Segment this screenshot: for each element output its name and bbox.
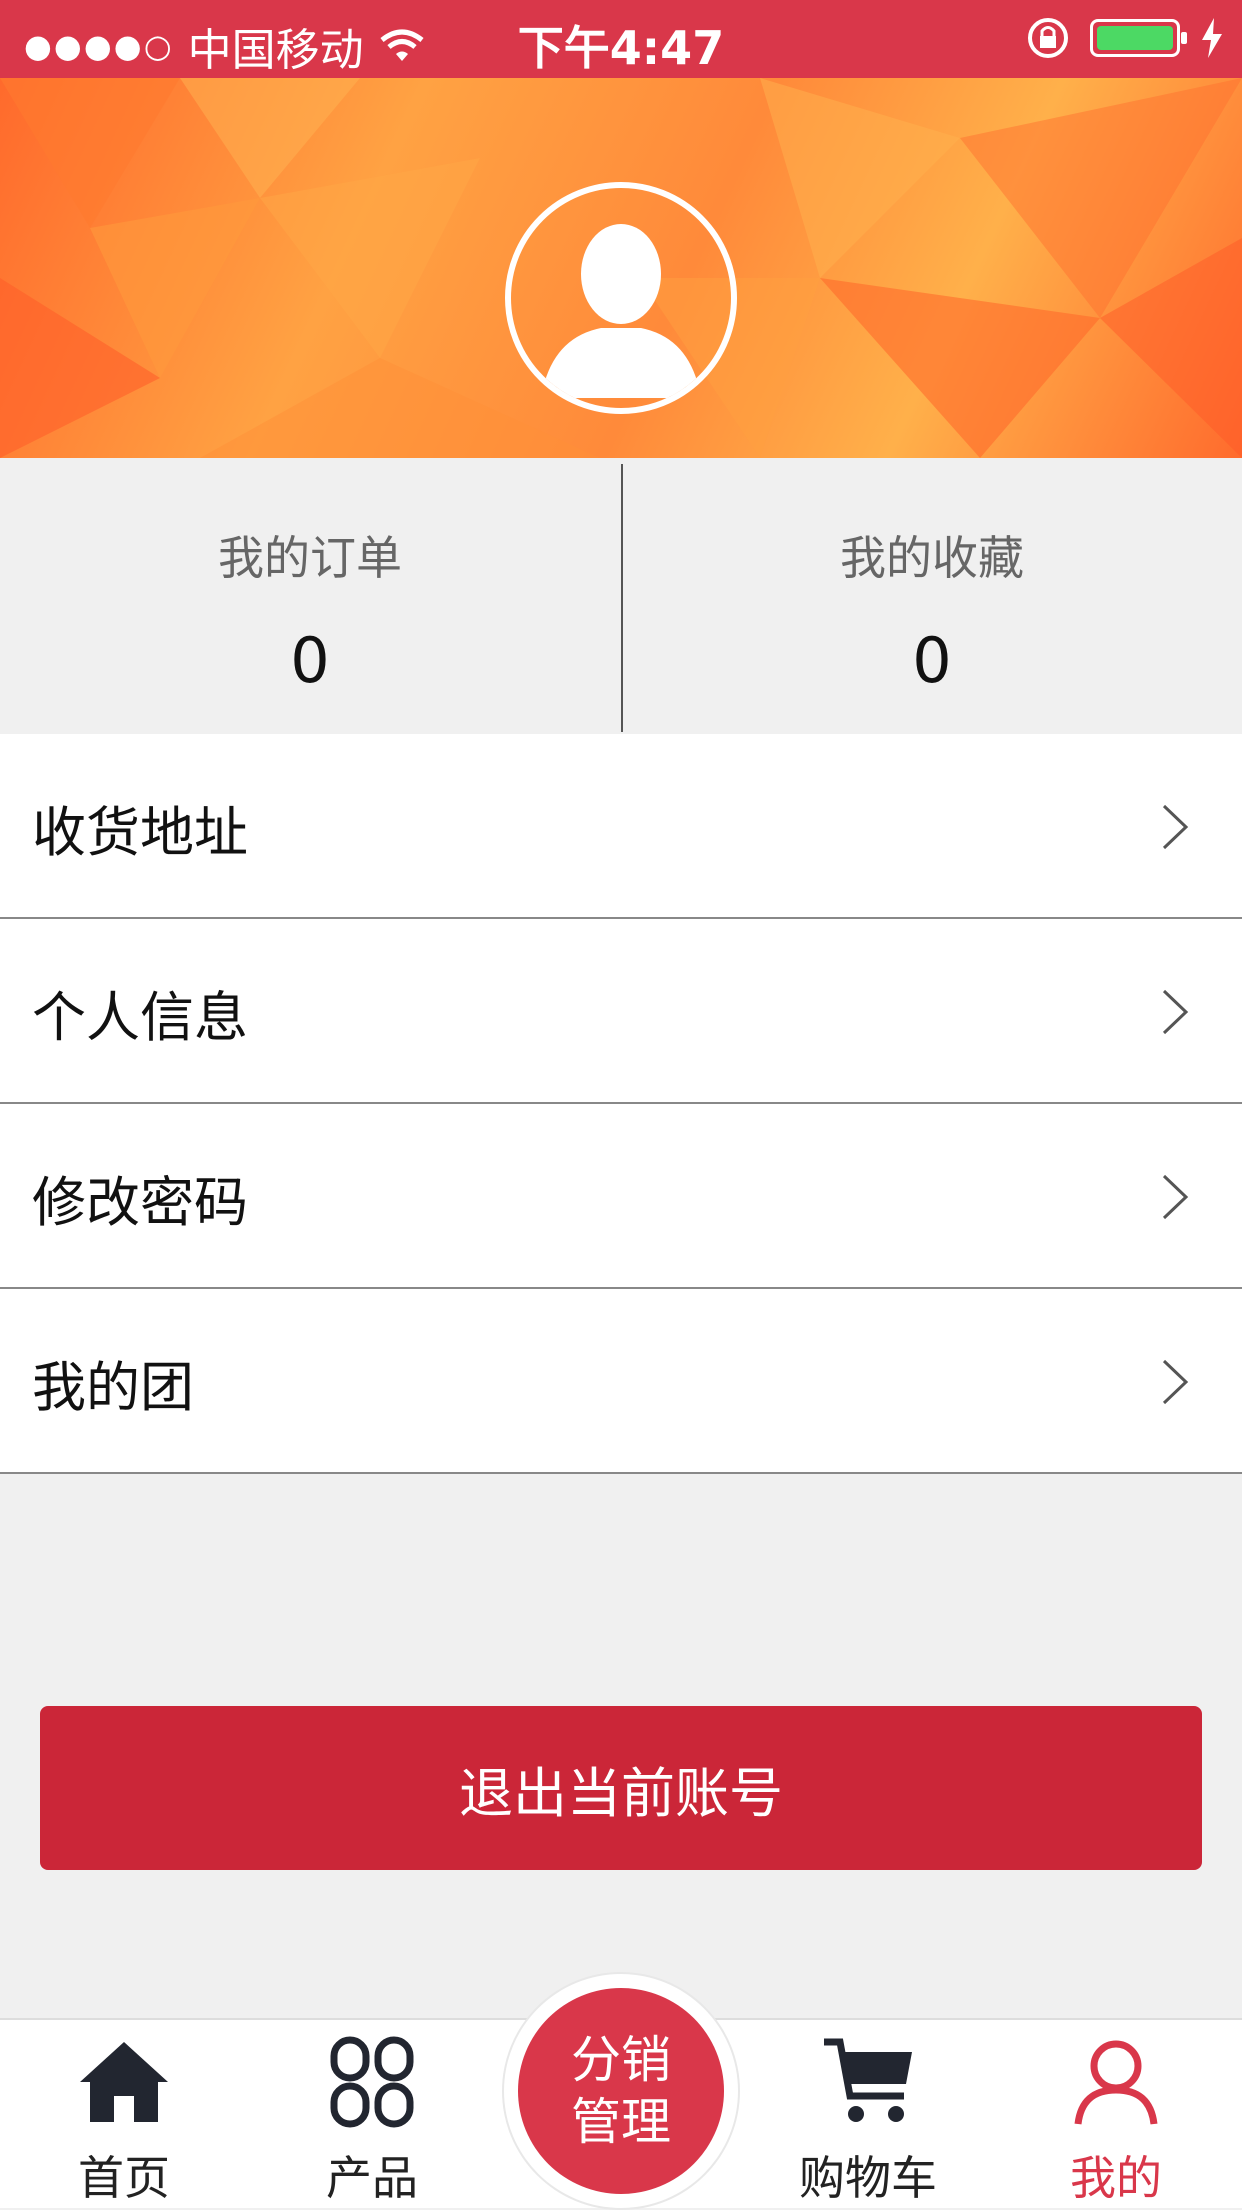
menu-item-my-group[interactable]: 我的团 — [0, 1289, 1242, 1474]
status-bar: ●●●●○ 中国移动 下午4:47 — [0, 0, 1242, 78]
tab-cart[interactable]: 购物车 — [768, 2020, 968, 2210]
menu-item-shipping-address[interactable]: 收货地址 — [0, 734, 1242, 919]
logout-button[interactable]: 退出当前账号 — [40, 1706, 1202, 1870]
orders-count: 0 — [290, 624, 330, 697]
chevron-right-icon — [1162, 989, 1189, 1035]
stats-panel: 我的订单 0 我的收藏 0 — [0, 458, 1242, 734]
orientation-lock-icon — [1028, 18, 1068, 58]
my-orders-stat[interactable]: 我的订单 0 — [0, 458, 620, 734]
chevron-right-icon — [1162, 804, 1189, 850]
user-silhouette-icon — [541, 224, 701, 398]
orders-label: 我的订单 — [218, 531, 402, 585]
menu-item-label: 我的团 — [32, 1356, 194, 1419]
tab-home-label: 首页 — [78, 2151, 170, 2205]
shopping-cart-icon — [824, 2038, 912, 2122]
avatar[interactable] — [505, 182, 737, 414]
chevron-right-icon — [1162, 1359, 1189, 1405]
menu-item-change-password[interactable]: 修改密码 — [0, 1104, 1242, 1289]
menu-item-label: 修改密码 — [32, 1171, 248, 1234]
menu-item-personal-info[interactable]: 个人信息 — [0, 919, 1242, 1104]
profile-banner — [0, 78, 1242, 458]
my-favorites-stat[interactable]: 我的收藏 0 — [622, 458, 1242, 734]
center-button-line2: 管理 — [571, 2093, 671, 2151]
menu-item-label: 个人信息 — [32, 986, 248, 1049]
tab-products[interactable]: 产品 — [272, 2020, 472, 2210]
chevron-right-icon — [1162, 1174, 1189, 1220]
battery-icon — [1090, 19, 1187, 57]
tab-mine[interactable]: 我的 — [1016, 2020, 1216, 2210]
favorites-count: 0 — [912, 624, 952, 697]
products-grid-icon — [330, 2036, 414, 2128]
user-icon — [1074, 2040, 1158, 2125]
home-icon — [80, 2042, 168, 2122]
tab-products-label: 产品 — [326, 2151, 418, 2205]
settings-menu: 收货地址 个人信息 修改密码 我的团 — [0, 734, 1242, 1474]
distribution-management-button[interactable]: 分销 管理 — [504, 1974, 738, 2208]
favorites-label: 我的收藏 — [840, 531, 1024, 585]
tab-home[interactable]: 首页 — [24, 2020, 224, 2210]
charging-bolt-icon — [1202, 18, 1222, 58]
tab-mine-label: 我的 — [1070, 2151, 1162, 2205]
tab-cart-label: 购物车 — [799, 2151, 937, 2205]
menu-item-label: 收货地址 — [32, 801, 248, 864]
center-button-line1: 分销 — [571, 2031, 671, 2089]
